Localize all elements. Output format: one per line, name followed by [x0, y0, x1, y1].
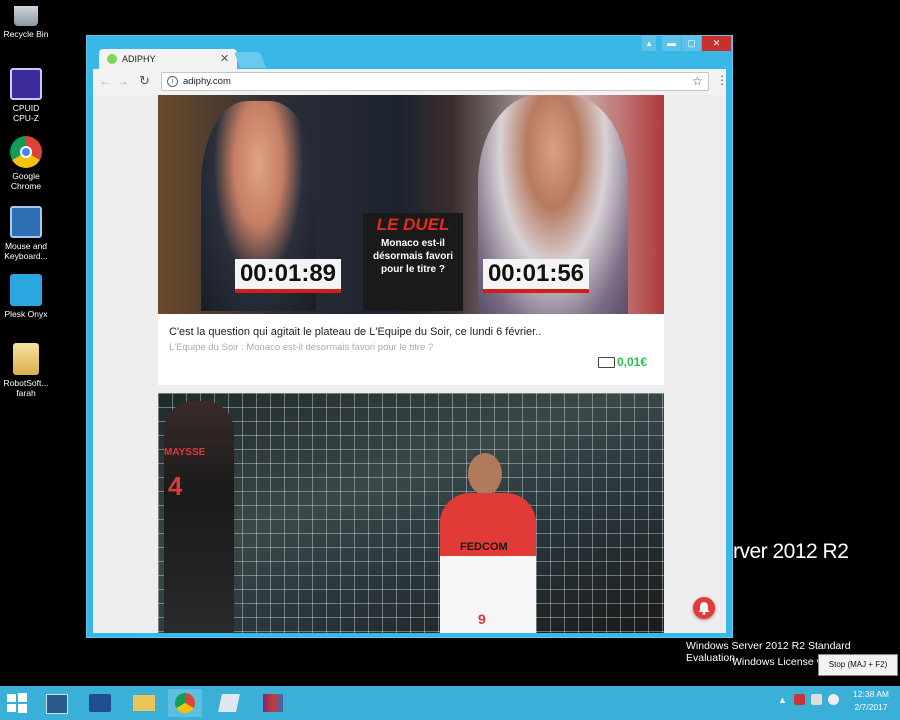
- desktop-icon-plesk[interactable]: Plesk Onyx: [2, 274, 50, 319]
- player-left-name: MAYSSE: [164, 447, 206, 458]
- back-arrow-icon[interactable]: ←: [99, 74, 111, 88]
- tab-close-icon[interactable]: ✕: [220, 52, 229, 65]
- menu-dots-icon[interactable]: ⋮: [716, 73, 728, 87]
- player-left-figure: MAYSSE 4: [164, 401, 234, 633]
- article-headline[interactable]: C'est la question qui agitait le plateau…: [169, 326, 659, 338]
- desktop-icon-label: Plesk Onyx: [4, 309, 48, 319]
- clock-date: 2/7/2017: [854, 702, 888, 712]
- taskbar-explorer[interactable]: [127, 689, 161, 717]
- bookmark-star-icon[interactable]: ☆: [692, 74, 703, 88]
- adiphy-favicon-icon: [107, 54, 117, 64]
- start-button[interactable]: [6, 692, 28, 714]
- desktop-icon-cpuz[interactable]: CPUID CPU-Z: [2, 68, 50, 123]
- os-watermark-large: rver 2012 R2: [733, 540, 849, 563]
- article-card[interactable]: 00:01:89 LE DUEL Monaco est-il désormais…: [158, 95, 664, 385]
- newspaper-icon: [598, 357, 615, 368]
- cpuz-icon: [10, 68, 42, 100]
- server-manager-icon: [46, 694, 68, 714]
- desktop-icon-label: RobotSoft... farah: [3, 378, 49, 398]
- window-close-button[interactable]: ✕: [702, 36, 731, 51]
- address-url: adiphy.com: [183, 76, 231, 87]
- winrar-icon: [263, 694, 283, 712]
- tray-clock[interactable]: 12:38 AM 2/7/2017: [846, 688, 896, 714]
- timer-left: 00:01:89: [235, 259, 341, 293]
- taskbar-chrome[interactable]: [168, 689, 202, 717]
- app-icon: [218, 694, 240, 712]
- player-right-head: [468, 453, 502, 495]
- chrome-icon: [10, 136, 42, 168]
- recycle-bin-icon: [14, 6, 38, 26]
- address-bar[interactable]: i adiphy.com ☆: [161, 72, 709, 91]
- reward-badge: 0,01€: [598, 355, 658, 371]
- desktop-icon-mouse-keyboard[interactable]: Mouse and Keyboard...: [2, 206, 50, 261]
- taskbar-app[interactable]: [212, 689, 246, 717]
- reward-amount: 0,01€: [617, 355, 648, 369]
- taskbar-winrar[interactable]: [256, 689, 290, 717]
- page-viewport: 00:01:89 LE DUEL Monaco est-il désormais…: [93, 95, 726, 633]
- desktop-icon-chrome[interactable]: Google Chrome: [2, 136, 50, 191]
- player-right-number: 9: [478, 611, 486, 627]
- folder-icon: [13, 343, 39, 375]
- desktop-icon-label: Mouse and Keyboard...: [4, 241, 48, 261]
- stop-popup[interactable]: Stop (MAJ + F2): [818, 654, 898, 676]
- plesk-icon: [10, 274, 42, 306]
- chrome-icon: [175, 693, 195, 713]
- player-right-jersey: [440, 493, 536, 633]
- notification-bell-button[interactable]: [693, 597, 715, 619]
- desktop-icon-robotsoft[interactable]: RobotSoft... farah: [2, 343, 50, 398]
- browser-toolbar: ← → ↻ i adiphy.com ☆ ⋮: [93, 69, 728, 95]
- desktop-icon-label: CPUID CPU-Z: [12, 103, 40, 123]
- player-left-number: 4: [168, 471, 183, 501]
- taskbar: ▲ 12:38 AM 2/7/2017: [0, 686, 900, 720]
- powershell-icon: [89, 694, 111, 712]
- taskbar-powershell[interactable]: [83, 689, 117, 717]
- window-maximize-button[interactable]: ▢: [682, 36, 701, 51]
- window-user-button[interactable]: ▴: [642, 36, 656, 51]
- timer-right: 00:01:56: [483, 259, 589, 293]
- duel-subtitle: Monaco est-il désormais favori pour le t…: [372, 238, 454, 275]
- new-tab-button[interactable]: [234, 52, 266, 68]
- tray-expand-icon[interactable]: ▲: [778, 695, 787, 705]
- taskbar-server-manager[interactable]: [40, 689, 74, 717]
- os-watermark-line2: Windows License v: [732, 656, 822, 668]
- article-card[interactable]: MAYSSE 4 FEDCOM 9: [158, 393, 664, 633]
- windows-logo-icon: [7, 693, 27, 713]
- window-minimize-button[interactable]: ▬: [662, 36, 681, 51]
- tray-volume-icon[interactable]: [828, 694, 839, 705]
- bell-icon: [698, 602, 710, 615]
- tray-network-icon[interactable]: [811, 694, 822, 705]
- clock-time: 12:38 AM: [853, 689, 889, 699]
- player-right-figure: FEDCOM 9: [420, 453, 550, 633]
- duel-panel: LE DUEL Monaco est-il désormais favori p…: [363, 213, 463, 311]
- tray-flag-icon[interactable]: [794, 694, 805, 705]
- tab-title: ADIPHY: [122, 54, 156, 64]
- jersey-sponsor: FEDCOM: [460, 541, 508, 553]
- browser-window: ADIPHY ✕ ▴ ▬ ▢ ✕ ← → ↻ i adiphy.com ☆ ⋮ …: [86, 35, 733, 638]
- info-icon[interactable]: i: [167, 76, 178, 87]
- folder-icon: [133, 695, 155, 711]
- reload-icon[interactable]: ↻: [139, 73, 150, 89]
- duel-title: LE DUEL: [376, 215, 450, 234]
- article-source: L'Equipe du Soir : Monaco est-il désorma…: [169, 342, 434, 353]
- forward-arrow-icon[interactable]: →: [117, 74, 129, 88]
- article-thumbnail[interactable]: 00:01:89 LE DUEL Monaco est-il désormais…: [158, 95, 664, 314]
- desktop-icon-label: Recycle Bin: [3, 29, 49, 39]
- mouse-keyboard-icon: [10, 206, 42, 238]
- desktop-icon-label: Google Chrome: [10, 171, 42, 191]
- tab-adiphy[interactable]: ADIPHY ✕: [99, 49, 237, 69]
- desktop-icon-recycle-bin[interactable]: Recycle Bin: [2, 6, 50, 39]
